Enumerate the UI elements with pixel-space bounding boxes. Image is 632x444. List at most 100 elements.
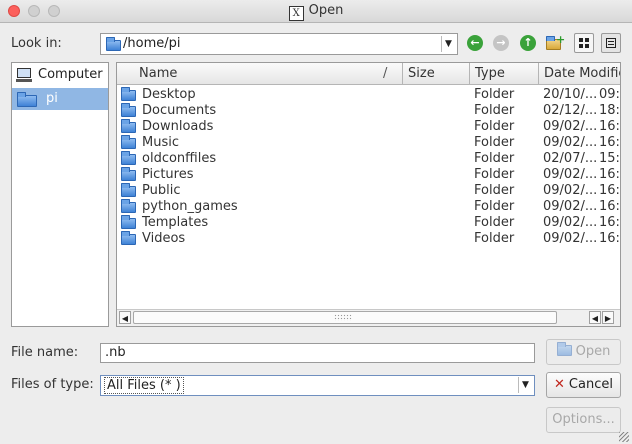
file-name-cell: Desktop <box>142 87 196 102</box>
file-date-cell: 09/02/... <box>543 199 598 214</box>
file-date-cell: 20/10/... <box>543 87 598 102</box>
file-time-cell: 18: <box>599 103 620 118</box>
folder-icon <box>121 87 136 101</box>
file-type-cell: Folder <box>474 151 515 166</box>
sidebar-item-computer[interactable]: Computer <box>12 64 108 86</box>
sort-indicator-icon: / <box>383 66 388 81</box>
folder-icon <box>121 167 136 181</box>
file-date-cell: 09/02/... <box>543 231 598 246</box>
file-time-cell: 16: <box>599 135 620 150</box>
table-row[interactable]: python_games Folder 09/02/... 16: <box>117 199 620 215</box>
file-name-cell: Downloads <box>142 119 214 134</box>
folder-icon <box>121 183 136 197</box>
cancel-button[interactable]: ✕ Cancel <box>546 372 621 398</box>
x11-icon: X <box>288 6 304 21</box>
options-button[interactable]: Options... <box>546 407 621 433</box>
column-header-size[interactable]: Size <box>403 63 470 85</box>
file-date-cell: 09/02/... <box>543 167 598 182</box>
sidebar-item-label: Computer <box>38 67 103 82</box>
file-time-cell: 09: <box>599 87 620 102</box>
computer-icon <box>17 68 31 78</box>
table-row[interactable]: Downloads Folder 09/02/... 16: <box>117 119 620 135</box>
window-title: Open <box>308 3 344 18</box>
file-name-cell: Music <box>142 135 179 150</box>
file-name-cell: python_games <box>142 199 238 214</box>
forward-arrow-icon[interactable]: → <box>493 35 509 51</box>
folder-icon <box>17 92 37 107</box>
file-type-select[interactable]: All Files (* ) ▼ <box>100 375 535 396</box>
scroll-thumb[interactable] <box>133 311 557 324</box>
list-view-icon[interactable] <box>574 33 594 53</box>
file-list[interactable]: Name / Size Type Date Modified Desktop Fo… <box>116 62 621 327</box>
table-row[interactable]: Pictures Folder 09/02/... 16: <box>117 167 620 183</box>
file-name-cell: Pictures <box>142 167 194 182</box>
detail-view-icon[interactable] <box>601 33 621 53</box>
horizontal-scrollbar[interactable]: ◀ ◀ ▶ <box>117 309 620 326</box>
folder-icon <box>121 103 136 117</box>
folder-icon <box>121 231 136 245</box>
scroll-left-icon-2[interactable]: ◀ <box>589 311 601 324</box>
table-row[interactable]: Videos Folder 09/02/... 16: <box>117 231 620 247</box>
file-type-cell: Folder <box>474 119 515 134</box>
window-title-wrap: X Open <box>0 3 632 21</box>
file-name-cell: Documents <box>142 103 217 118</box>
table-row[interactable]: Public Folder 09/02/... 16: <box>117 183 620 199</box>
folder-icon <box>121 199 136 213</box>
file-name-cell: Videos <box>142 231 186 246</box>
file-time-cell: 16: <box>599 215 620 230</box>
chevron-down-icon[interactable]: ▼ <box>441 36 455 52</box>
scroll-left-icon[interactable]: ◀ <box>119 311 131 324</box>
table-row[interactable]: Desktop Folder 20/10/... 09: <box>117 87 620 103</box>
cancel-x-icon: ✕ <box>554 377 565 392</box>
file-type-cell: Folder <box>474 231 515 246</box>
column-header-type[interactable]: Type <box>470 63 539 85</box>
file-time-cell: 16: <box>599 231 620 246</box>
sidebar: Computer pi <box>11 62 109 327</box>
file-name-cell: Templates <box>142 215 209 230</box>
file-name-cell: oldconffiles <box>142 151 217 166</box>
folder-icon <box>106 37 121 51</box>
resize-grip-icon[interactable] <box>619 432 629 442</box>
file-date-cell: 09/02/... <box>543 135 598 150</box>
file-time-cell: 16: <box>599 119 620 134</box>
column-header-date[interactable]: Date Modified <box>539 63 620 85</box>
computer-base <box>16 79 32 82</box>
file-type-cell: Folder <box>474 167 515 182</box>
file-name-input[interactable]: .nb <box>100 343 535 363</box>
file-date-cell: 02/12/... <box>543 103 598 118</box>
parent-directory-icon[interactable]: ↑ <box>520 35 536 51</box>
folder-icon <box>121 119 136 133</box>
file-date-cell: 02/07/... <box>543 151 598 166</box>
table-row[interactable]: Documents Folder 02/12/... 18: <box>117 103 620 119</box>
file-type-cell: Folder <box>474 87 515 102</box>
folder-icon <box>121 151 136 165</box>
sidebar-item-pi[interactable]: pi <box>12 88 108 110</box>
file-name-cell: Public <box>142 183 181 198</box>
file-time-cell: 16: <box>599 167 620 182</box>
column-header-name[interactable]: Name / <box>117 63 403 85</box>
open-button[interactable]: Open <box>546 339 621 365</box>
file-type-cell: Folder <box>474 183 515 198</box>
file-type-cell: Folder <box>474 103 515 118</box>
folder-icon <box>121 215 136 229</box>
new-folder-icon[interactable]: + <box>546 33 565 50</box>
look-in-combo[interactable]: /home/pi ▼ <box>100 33 458 55</box>
file-date-cell: 09/02/... <box>543 183 598 198</box>
file-type-cell: Folder <box>474 215 515 230</box>
scroll-right-icon[interactable]: ▶ <box>602 311 614 324</box>
file-type-label: Files of type: <box>11 377 94 392</box>
back-arrow-icon[interactable]: ← <box>467 35 483 51</box>
look-in-path: /home/pi <box>123 36 181 51</box>
open-folder-icon <box>556 342 572 356</box>
file-date-cell: 09/02/... <box>543 119 598 134</box>
chevron-down-icon[interactable]: ▼ <box>518 377 532 393</box>
table-row[interactable]: oldconffiles Folder 02/07/... 15: <box>117 151 620 167</box>
file-type-cell: Folder <box>474 135 515 150</box>
file-time-cell: 16: <box>599 199 620 214</box>
table-row[interactable]: Templates Folder 09/02/... 16: <box>117 215 620 231</box>
table-row[interactable]: Music Folder 09/02/... 16: <box>117 135 620 151</box>
file-time-cell: 15: <box>599 151 620 166</box>
file-time-cell: 16: <box>599 183 620 198</box>
folder-icon <box>121 135 136 149</box>
look-in-label: Look in: <box>11 36 62 51</box>
